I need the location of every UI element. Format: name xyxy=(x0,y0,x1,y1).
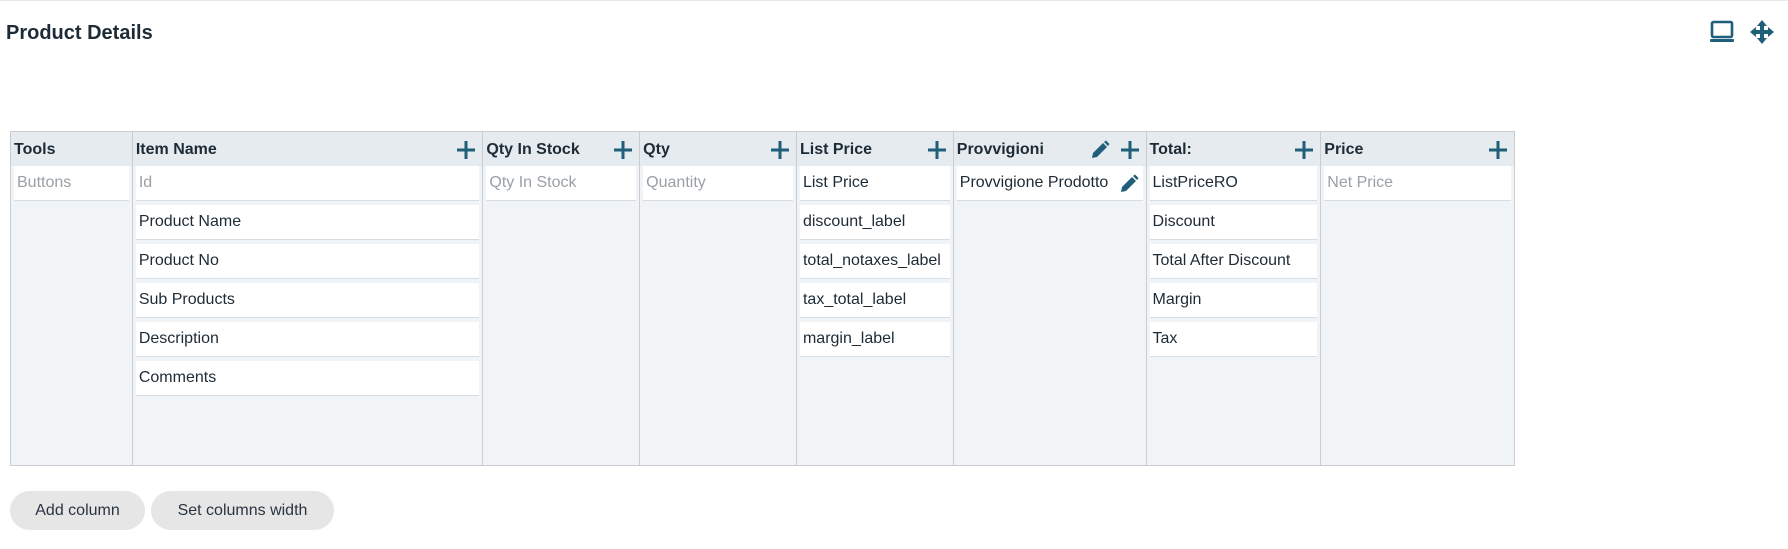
field-cell[interactable]: margin_label xyxy=(799,322,950,357)
field-cell[interactable]: Net Price xyxy=(1324,166,1512,201)
column-header: Total: xyxy=(1146,132,1321,166)
laptop-icon[interactable] xyxy=(1709,19,1735,45)
edit-icon[interactable] xyxy=(1119,173,1139,193)
edit-icon[interactable] xyxy=(1090,140,1110,160)
field-cell[interactable]: Sub Products xyxy=(135,283,480,318)
column-title: Provvigioni xyxy=(956,141,1044,158)
field-cell[interactable]: Total After Discount xyxy=(1149,244,1318,279)
column-qty-in-stock: Qty In Stock Qty In Stock xyxy=(483,132,641,465)
add-icon[interactable] xyxy=(927,140,947,160)
add-icon[interactable] xyxy=(1294,140,1314,160)
set-columns-width-button[interactable]: Set columns width xyxy=(151,491,334,530)
column-title: Qty xyxy=(643,141,670,158)
field-cell[interactable]: Product Name xyxy=(135,205,480,240)
column-header: Qty In Stock xyxy=(483,132,640,166)
field-cell[interactable]: tax_total_label xyxy=(799,283,950,318)
column-price: Price Net Price xyxy=(1321,132,1515,465)
add-icon[interactable] xyxy=(613,140,633,160)
column-title: Tools xyxy=(14,141,56,158)
column-list-price: List Price List Price discount_label tot… xyxy=(796,132,954,465)
column-title: Item Name xyxy=(135,141,217,158)
add-icon[interactable] xyxy=(456,140,476,160)
column-total: Total: ListPriceRO Discount Total After … xyxy=(1146,132,1322,465)
page-title: Product Details xyxy=(6,22,153,44)
field-cell[interactable]: ListPriceRO xyxy=(1149,166,1318,201)
column-header: Provvigioni xyxy=(953,132,1146,166)
column-title: List Price xyxy=(799,141,872,158)
field-cell[interactable]: discount_label xyxy=(799,205,950,240)
field-cell[interactable]: Description xyxy=(135,322,480,357)
field-cell[interactable]: Comments xyxy=(135,361,480,396)
add-icon[interactable] xyxy=(1488,140,1508,160)
columns-table: Tools Buttons Item Name Id Product Name … xyxy=(10,131,1515,466)
field-cell[interactable]: Buttons xyxy=(14,166,129,201)
field-cell[interactable]: total_notaxes_label xyxy=(799,244,950,279)
field-cell[interactable]: List Price xyxy=(799,166,950,201)
field-cell[interactable]: Tax xyxy=(1149,322,1318,357)
column-qty: Qty Quantity xyxy=(640,132,797,465)
field-cell[interactable]: Quantity xyxy=(643,166,793,201)
column-header: Item Name xyxy=(132,132,483,166)
column-title: Total: xyxy=(1149,141,1192,158)
column-title: Price xyxy=(1324,141,1364,158)
column-title: Qty In Stock xyxy=(486,141,580,158)
field-label: Provvigione Prodotto xyxy=(959,174,1109,191)
column-header: Price xyxy=(1321,132,1515,166)
field-cell[interactable]: Discount xyxy=(1149,205,1318,240)
field-cell[interactable]: Provvigione Prodotto xyxy=(956,166,1143,201)
move-arrows-icon[interactable] xyxy=(1749,19,1775,45)
column-header: Qty xyxy=(640,132,796,166)
field-cell[interactable]: Margin xyxy=(1149,283,1318,318)
column-header: List Price xyxy=(796,132,953,166)
column-header: Tools xyxy=(11,132,132,166)
add-icon[interactable] xyxy=(1120,140,1140,160)
add-icon[interactable] xyxy=(770,140,790,160)
add-column-button[interactable]: Add column xyxy=(10,491,145,530)
column-provvigioni: Provvigioni Provvigione Prodotto xyxy=(953,132,1147,465)
field-cell[interactable]: Product No xyxy=(135,244,480,279)
field-cell[interactable]: Id xyxy=(135,166,480,201)
column-tools: Tools Buttons xyxy=(11,132,133,465)
column-item-name: Item Name Id Product Name Product No Sub… xyxy=(132,132,484,465)
top-divider xyxy=(0,0,1788,1)
field-cell[interactable]: Qty In Stock xyxy=(486,166,637,201)
